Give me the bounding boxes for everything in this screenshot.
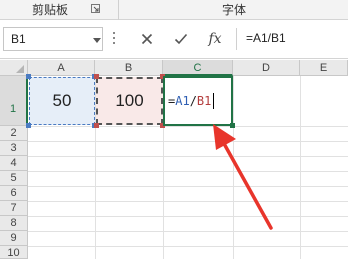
select-all-button[interactable] xyxy=(0,60,28,76)
formula-operator: / xyxy=(189,94,197,108)
formula-ref-b1: B1 xyxy=(196,94,212,108)
gridline xyxy=(28,156,348,157)
gridline xyxy=(28,231,348,232)
font-group-label: 字体 xyxy=(222,3,247,17)
gridline xyxy=(28,246,348,247)
ref-handle[interactable] xyxy=(26,74,31,79)
chevron-down-icon[interactable] xyxy=(93,38,101,43)
ribbon-group-divider xyxy=(118,0,119,20)
clipboard-group-label: 剪贴板 xyxy=(32,3,69,17)
cell-c1-editing[interactable]: =A1/B1 xyxy=(163,76,233,126)
row-header-8[interactable]: 8 xyxy=(0,216,28,231)
ref-handle[interactable] xyxy=(94,74,99,79)
dialog-launcher-icon[interactable] xyxy=(91,4,100,13)
row-header-9[interactable]: 9 xyxy=(0,231,28,246)
cell-c1-formula: =A1/B1 xyxy=(168,94,211,108)
ribbon-strip: 剪贴板 字体 xyxy=(0,0,348,20)
row-header-10[interactable]: 10 xyxy=(0,246,28,259)
cancel-button[interactable] xyxy=(135,28,159,50)
formula-input[interactable]: =A1/B1 xyxy=(246,31,286,45)
name-box-value: B1 xyxy=(11,32,26,46)
gridline xyxy=(28,171,348,172)
cell-b1[interactable]: 100 xyxy=(96,77,163,125)
row-header-7[interactable]: 7 xyxy=(0,201,28,216)
gridline xyxy=(28,216,348,217)
formula-bar: B1 fx =A1/B1 xyxy=(0,20,348,59)
row-header-6[interactable]: 6 xyxy=(0,186,28,201)
text-caret xyxy=(213,93,215,109)
row-header-4[interactable]: 4 xyxy=(0,156,28,171)
enter-button[interactable] xyxy=(169,28,193,50)
insert-function-button[interactable]: fx xyxy=(203,28,227,50)
gridline xyxy=(28,126,348,127)
row-header-2[interactable]: 2 xyxy=(0,126,28,141)
row-header-5[interactable]: 5 xyxy=(0,171,28,186)
fill-handle[interactable] xyxy=(230,123,235,128)
gridline xyxy=(28,141,348,142)
gridline xyxy=(28,186,348,187)
column-header-e[interactable]: E xyxy=(300,60,348,76)
row-header-3[interactable]: 3 xyxy=(0,141,28,156)
close-icon xyxy=(141,33,153,45)
name-box[interactable]: B1 xyxy=(3,27,103,51)
checkmark-icon xyxy=(174,33,188,45)
select-all-triangle-icon xyxy=(16,65,24,73)
formula-divider xyxy=(236,28,237,50)
column-header-d[interactable]: D xyxy=(233,60,300,76)
gridline xyxy=(28,201,348,202)
row-header-1[interactable]: 1 xyxy=(0,76,28,126)
ref-handle[interactable] xyxy=(26,123,31,128)
fx-icon: fx xyxy=(208,31,222,47)
column-header-b[interactable]: B xyxy=(95,60,163,76)
splitter-handle[interactable] xyxy=(113,32,116,46)
worksheet[interactable]: A B C D E 1 2 3 4 5 6 7 8 9 10 50 100 =A… xyxy=(0,60,348,259)
formula-ref-a1: A1 xyxy=(175,94,190,108)
ref-handle[interactable] xyxy=(94,123,99,128)
column-header-a[interactable]: A xyxy=(28,60,95,76)
column-header-c[interactable]: C xyxy=(163,60,233,76)
cell-a1[interactable]: 50 xyxy=(29,77,95,125)
